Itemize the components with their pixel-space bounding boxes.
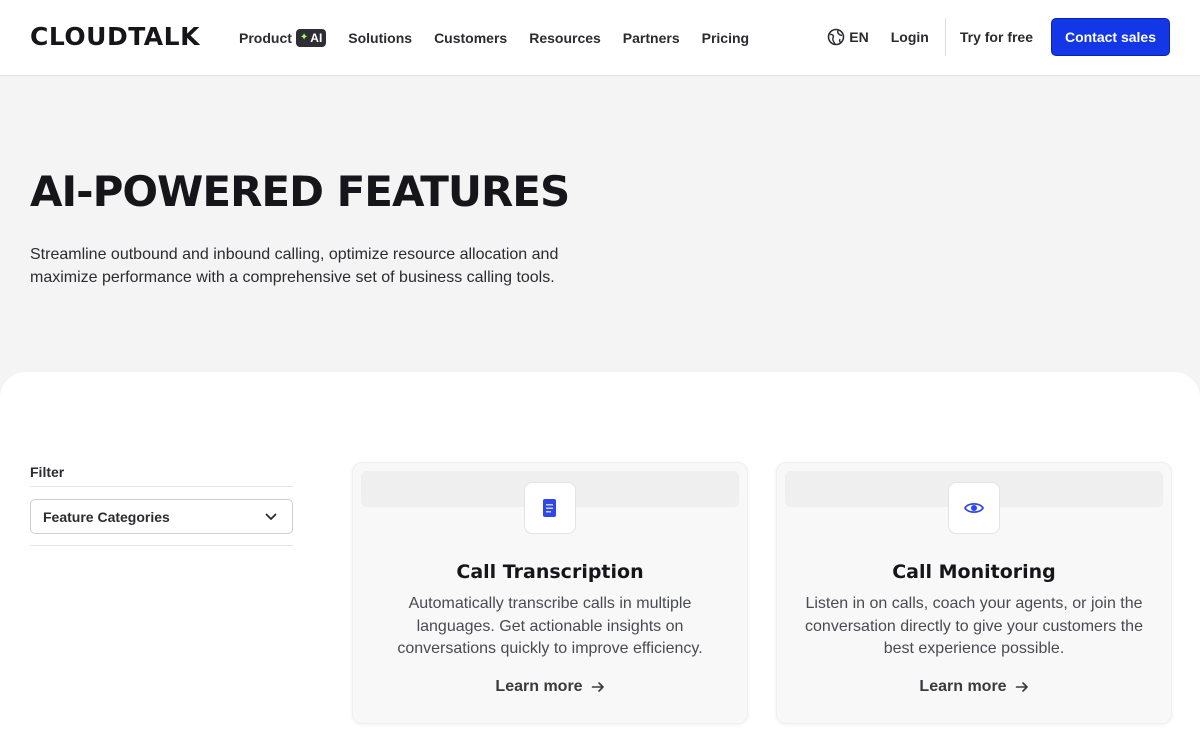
hero-description: Streamline outbound and inbound calling,… [30,246,559,286]
cloudtalk-logo[interactable]: CLOUDTALK [30,23,200,51]
document-icon [543,499,556,517]
learn-more-label: Learn more [919,678,1007,695]
nav-item-customers[interactable]: Customers [434,26,507,50]
login-link[interactable]: Login [891,29,929,45]
nav-item-resources[interactable]: Resources [529,26,601,50]
learn-more-label: Learn more [495,678,583,695]
try-for-free-link[interactable]: Try for free [960,29,1033,45]
learn-more-link[interactable]: Learn more [353,678,747,696]
main-nav: Product ✦ AI Solutions Customers Resourc… [239,26,771,50]
card-title: Call Monitoring [892,561,1056,583]
ai-badge: ✦ AI [295,29,327,47]
nav-item-partners[interactable]: Partners [623,26,680,50]
page-title: AI-POWERED FEATURES [30,167,570,216]
site-header: CLOUDTALK Product ✦ AI Solutions Custome… [0,0,1200,76]
feature-categories-value: Feature Categories [43,508,170,525]
filter-divider-bottom [30,545,293,546]
feature-card-call-transcription[interactable]: Call Transcription Automatically transcr… [352,462,748,724]
chevron-down-icon [265,513,277,520]
features-panel: Filter Feature Categories Call Transcrip… [0,372,1200,750]
nav-item-label: Product [239,30,292,46]
arrow-right-icon [591,682,604,692]
card-icon-box [948,482,1000,534]
ai-badge-label: AI [310,31,323,45]
card-icon-box [524,482,576,534]
globe-icon [827,28,845,46]
nav-item-pricing[interactable]: Pricing [702,26,749,50]
nav-item-solutions[interactable]: Solutions [348,26,412,50]
feature-card-call-monitoring[interactable]: Call Monitoring Listen in on calls, coac… [776,462,1172,724]
language-label: EN [849,29,869,45]
nav-item-product[interactable]: Product ✦ AI [239,26,327,50]
card-description: Listen in on calls, coach your agents, o… [805,595,1143,657]
feature-categories-select[interactable]: Feature Categories [30,499,293,534]
contact-sales-button[interactable]: Contact sales [1051,18,1170,56]
filter-label: Filter [30,464,65,480]
sparkle-icon: ✦ [299,32,309,43]
card-description: Automatically transcribe calls in multip… [397,595,703,657]
header-divider [944,18,946,56]
card-title: Call Transcription [456,561,644,583]
language-selector[interactable]: EN [827,28,869,46]
learn-more-link[interactable]: Learn more [777,678,1171,696]
header-actions: EN Login Try for free Contact sales [827,18,1170,56]
arrow-right-icon [1015,682,1028,692]
eye-icon [964,502,984,514]
filter-divider-top [30,486,293,487]
